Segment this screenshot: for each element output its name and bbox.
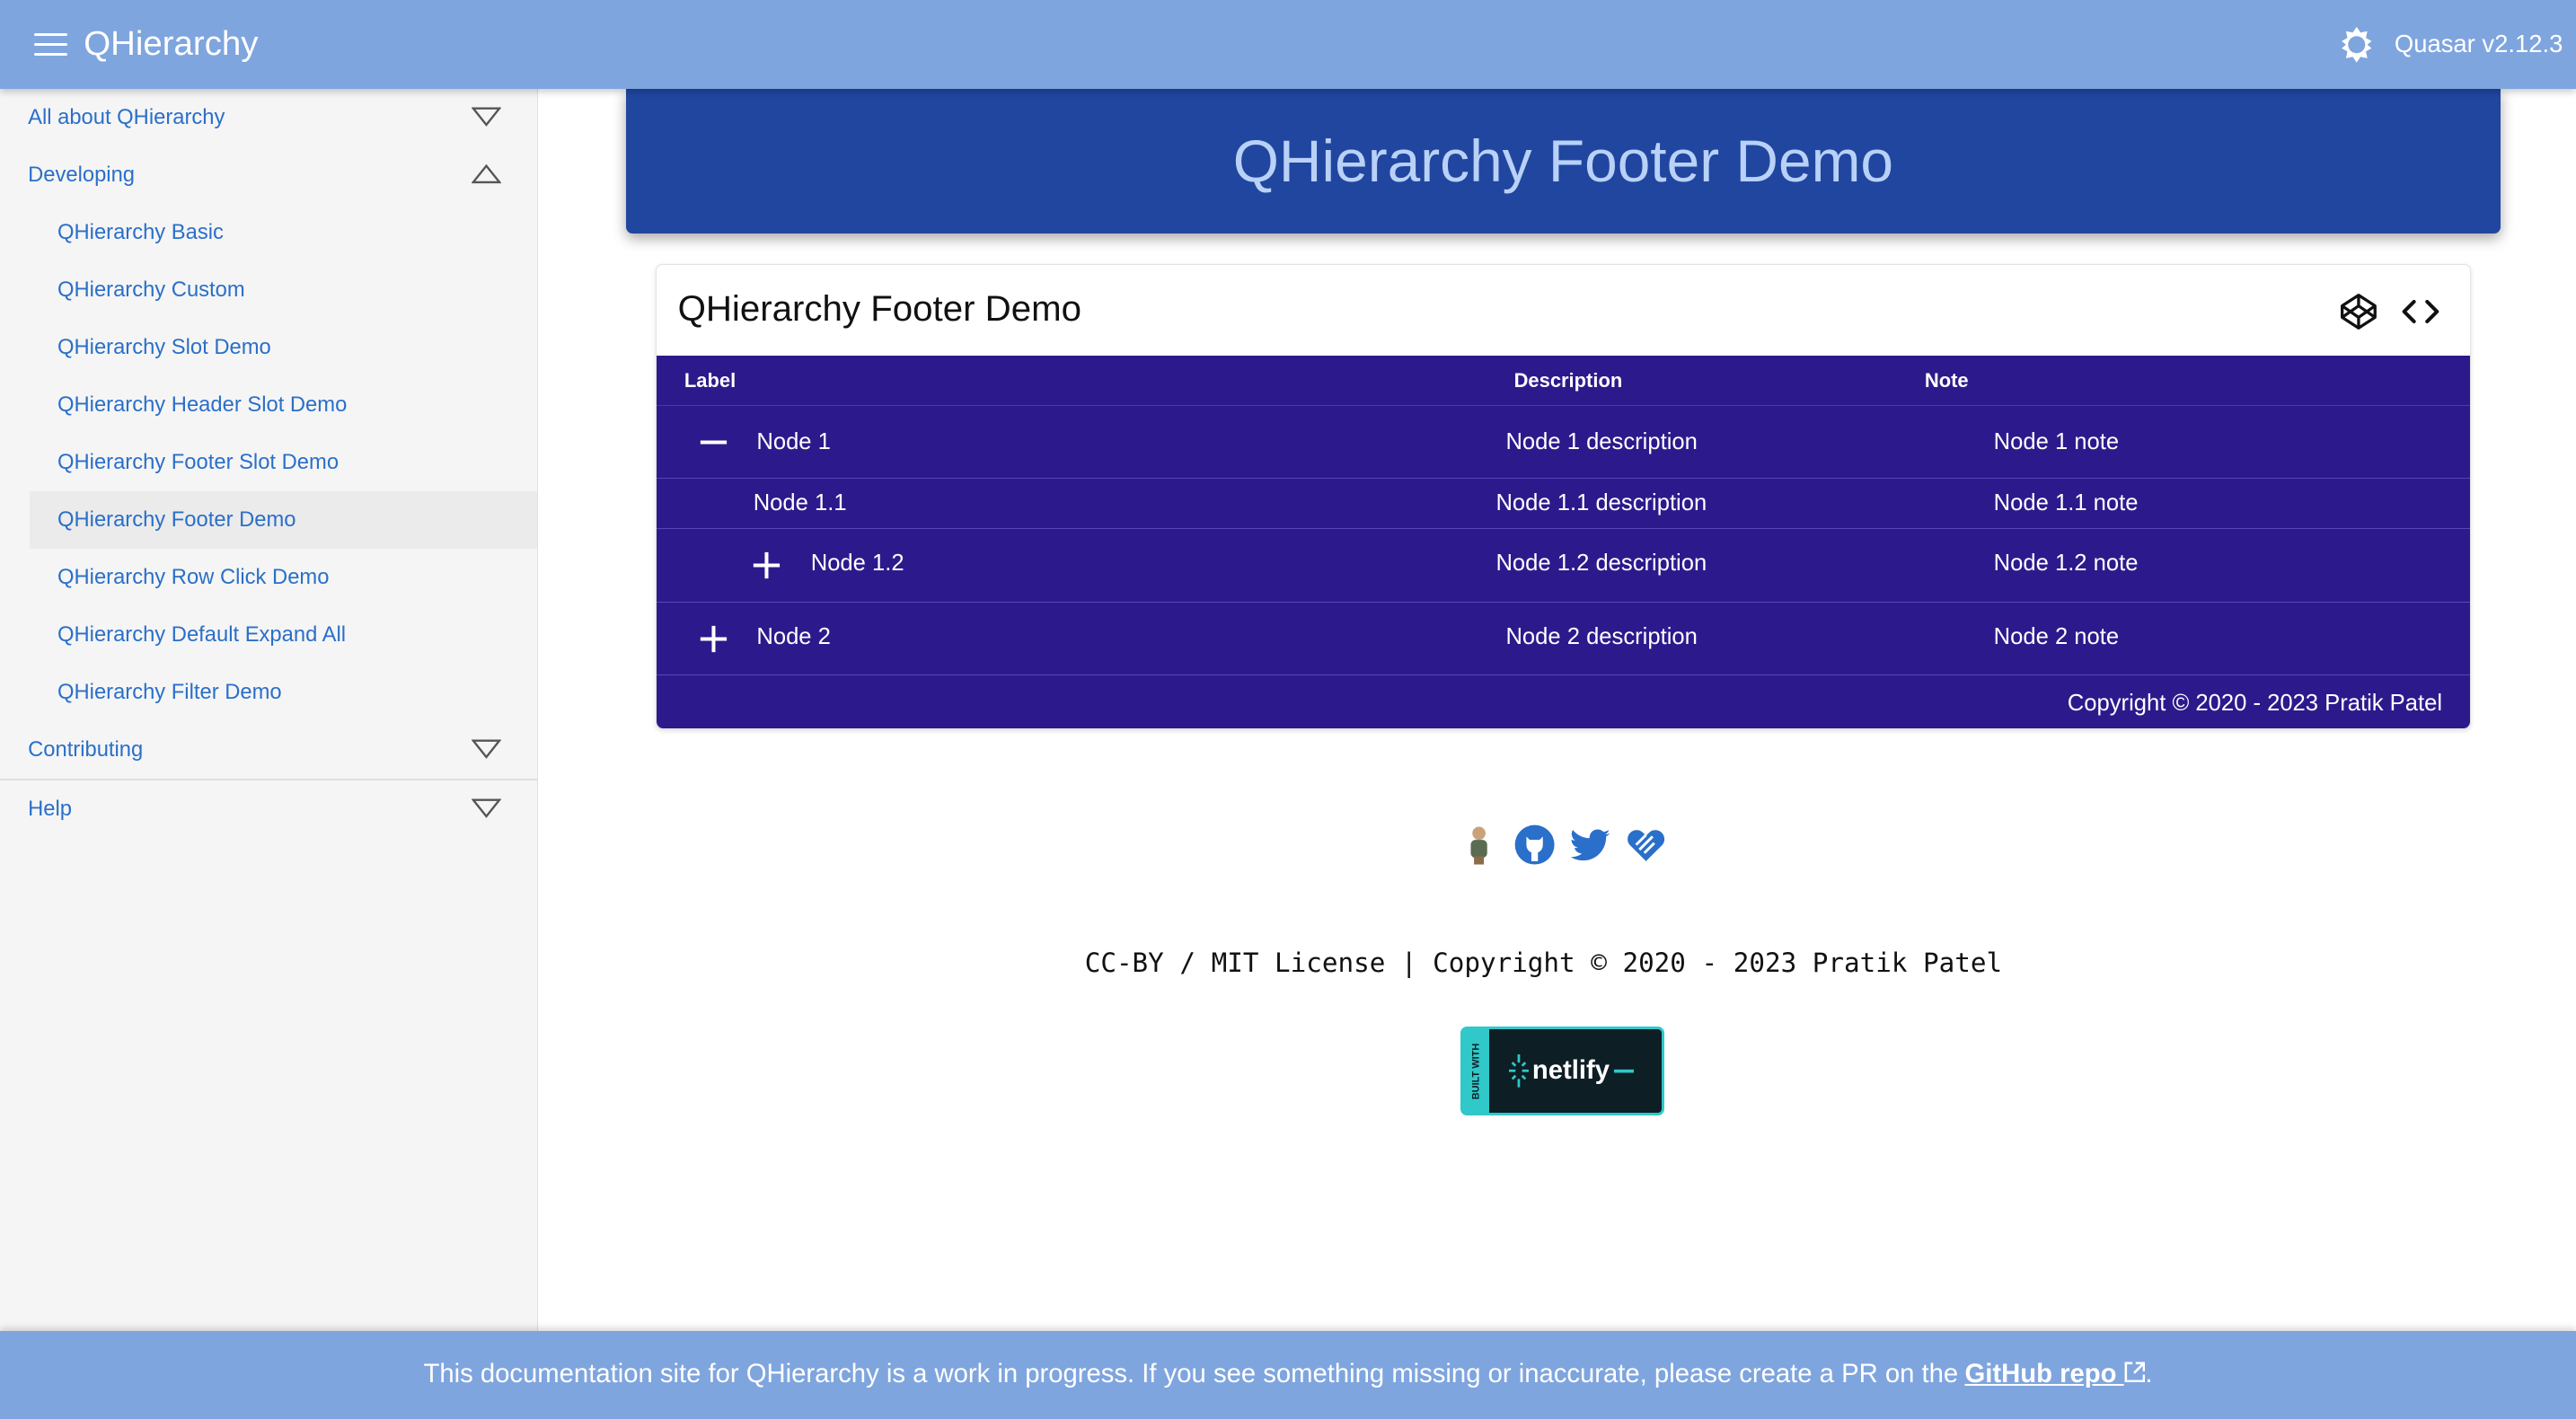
expand-plus-icon[interactable] xyxy=(752,551,781,580)
code-icon[interactable] xyxy=(2401,292,2440,331)
avatar-icon[interactable] xyxy=(1456,822,1502,868)
column-header-label: Label xyxy=(684,368,737,392)
sidebar-item-label: QHierarchy Footer Slot Demo xyxy=(57,449,340,474)
sidebar-item-label: QHierarchy Filter Demo xyxy=(57,679,282,704)
row-note: Node 2 note xyxy=(1993,623,2120,649)
github-repo-link-label: GitHub repo xyxy=(1964,1360,2117,1389)
brightness-icon[interactable] xyxy=(2335,23,2378,66)
chevron-down-icon xyxy=(471,107,501,127)
netlify-spark-icon xyxy=(1509,1054,1530,1088)
row-description: Node 1.2 description xyxy=(1495,551,1707,577)
row-label: Node 1.2 xyxy=(810,551,904,577)
github-icon[interactable] xyxy=(1512,822,1557,868)
notice-end: . xyxy=(2145,1360,2153,1389)
table-row: Node 1.1 Node 1.1 description Node 1.1 n… xyxy=(656,479,2471,530)
notice-text: This documentation site for QHierarchy i… xyxy=(423,1360,1959,1389)
sidebar-item-footer-demo[interactable]: QHierarchy Footer Demo xyxy=(29,490,538,549)
row-label: Node 1 xyxy=(756,428,831,454)
row-label: Node 2 xyxy=(756,623,831,649)
sidebar-item-custom[interactable]: QHierarchy Custom xyxy=(30,261,537,319)
column-header-note: Note xyxy=(1924,368,1969,392)
top-toolbar: QHierarchy Quasar v2.12.3 xyxy=(0,0,2576,89)
sidebar-item-default-expand-all[interactable]: QHierarchy Default Expand All xyxy=(30,606,537,664)
sidebar-item-label: QHierarchy Row Click Demo xyxy=(57,564,330,589)
sidebar-item-basic[interactable]: QHierarchy Basic xyxy=(30,204,537,261)
sidebar-group-label: Help xyxy=(28,796,72,821)
menu-icon[interactable] xyxy=(34,32,67,57)
version-label: Quasar v2.12.3 xyxy=(2394,30,2563,58)
row-description: Node 2 description xyxy=(1505,623,1698,649)
table-footer: Copyright © 2020 - 2023 Pratik Patel xyxy=(2067,691,2443,717)
expand-plus-icon[interactable] xyxy=(699,624,728,654)
table-header: Label Description Note xyxy=(656,356,2471,406)
netlify-built-with: BUILT WITH xyxy=(1470,1043,1482,1099)
twitter-icon[interactable] xyxy=(1567,822,1613,868)
column-header-description: Description xyxy=(1513,368,1623,392)
external-link-icon xyxy=(2124,1362,2145,1382)
codepen-icon[interactable] xyxy=(2339,292,2378,331)
sidebar-item-label: QHierarchy Slot Demo xyxy=(57,334,271,359)
netlify-wordmark: netlify xyxy=(1531,1056,1610,1086)
sidebar-item-label: QHierarchy Default Expand All xyxy=(57,621,347,647)
table-row: Node 2 Node 2 description Node 2 note xyxy=(656,603,2471,676)
sidebar-group-help[interactable]: Help xyxy=(0,780,537,838)
sidebar-item-label: QHierarchy Footer Demo xyxy=(57,507,296,532)
page-title: QHierarchy Footer Demo xyxy=(1232,128,1894,195)
social-links xyxy=(1456,822,1670,868)
row-label: Node 1.1 xyxy=(753,490,847,516)
chevron-down-icon xyxy=(471,739,501,760)
table-row: Node 1.2 Node 1.2 description Node 1.2 n… xyxy=(656,529,2471,603)
row-note: Node 1.2 note xyxy=(1993,551,2139,577)
sidebar-item-label: QHierarchy Header Slot Demo xyxy=(57,392,348,417)
row-note: Node 1.1 note xyxy=(1993,490,2139,516)
row-note: Node 1 note xyxy=(1993,428,2120,454)
sidebar-group-about[interactable]: All about QHierarchy xyxy=(0,89,537,146)
chevron-down-icon xyxy=(471,798,501,818)
sponsor-icon[interactable] xyxy=(1623,822,1669,868)
sidebar-item-label: QHierarchy Basic xyxy=(57,219,224,244)
license-text: CC-BY / MIT License | Copyright © 2020 -… xyxy=(1084,947,2003,979)
netlify-badge-strip: BUILT WITH xyxy=(1463,1029,1490,1113)
sidebar-item-label: QHierarchy Custom xyxy=(57,277,245,302)
collapse-minus-icon[interactable] xyxy=(699,427,728,457)
netlify-badge[interactable]: BUILT WITH netlify xyxy=(1460,1027,1664,1115)
sidebar-group-developing[interactable]: Developing xyxy=(0,146,537,204)
sidebar: All about QHierarchy Developing QHierarc… xyxy=(0,88,539,1331)
sidebar-group-label: All about QHierarchy xyxy=(28,104,225,129)
hierarchy-table: Label Description Note Node 1 Node 1 des… xyxy=(656,356,2471,729)
sidebar-item-header-slot-demo[interactable]: QHierarchy Header Slot Demo xyxy=(30,376,537,434)
chevron-up-icon xyxy=(471,163,501,184)
row-description: Node 1 description xyxy=(1505,428,1698,454)
sidebar-item-slot-demo[interactable]: QHierarchy Slot Demo xyxy=(30,319,537,376)
sidebar-item-footer-slot-demo[interactable]: QHierarchy Footer Slot Demo xyxy=(30,434,537,491)
sidebar-item-filter-demo[interactable]: QHierarchy Filter Demo xyxy=(30,664,537,721)
sidebar-group-label: Developing xyxy=(28,162,136,187)
sidebar-group-contributing[interactable]: Contributing xyxy=(0,721,537,779)
sidebar-group-label: Contributing xyxy=(28,736,144,762)
row-description: Node 1.1 description xyxy=(1495,490,1707,516)
github-repo-link[interactable]: GitHub repo xyxy=(1964,1360,2145,1389)
card-title: QHierarchy Footer Demo xyxy=(677,288,1081,330)
netlify-dash-icon xyxy=(1614,1069,1635,1073)
page-banner: QHierarchy Footer Demo xyxy=(625,88,2501,234)
notice-bar: This documentation site for QHierarchy i… xyxy=(0,1330,2576,1419)
app-title[interactable]: QHierarchy xyxy=(84,24,258,64)
demo-card: QHierarchy Footer Demo Label Description… xyxy=(655,264,2472,730)
sidebar-item-row-click-demo[interactable]: QHierarchy Row Click Demo xyxy=(30,549,537,606)
table-row: Node 1 Node 1 description Node 1 note xyxy=(656,406,2471,480)
